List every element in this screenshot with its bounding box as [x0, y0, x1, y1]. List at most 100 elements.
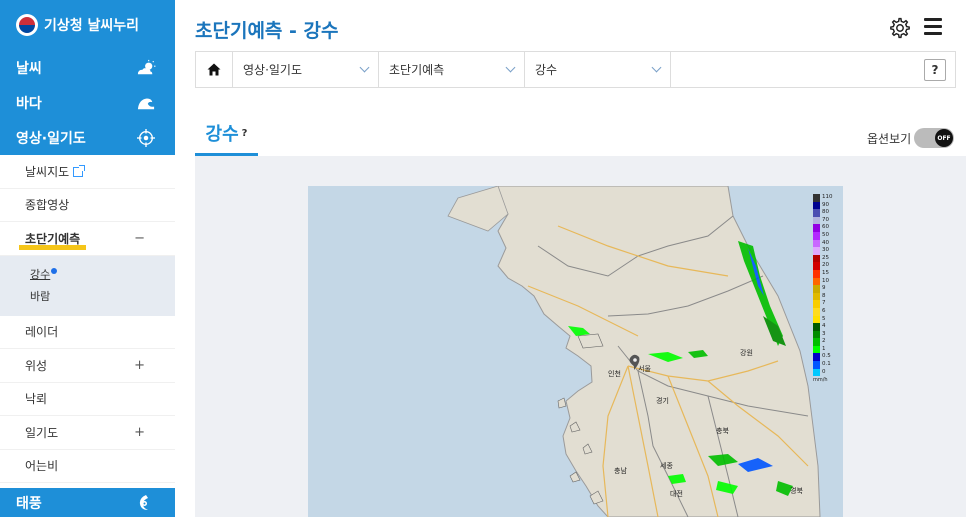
- legend-swatch: [813, 254, 820, 263]
- breadcrumb-label: 강수: [535, 63, 558, 77]
- sidebar-item-radar[interactable]: 레이더: [0, 316, 175, 349]
- legend-swatch: [813, 277, 820, 286]
- sidebar-item-freezing-rain[interactable]: 어는비: [0, 450, 175, 483]
- external-link-icon: [73, 165, 86, 178]
- legend-row: 20: [813, 262, 837, 270]
- submenu-label: 바람: [30, 289, 51, 303]
- sidebar-item-label: 어는비: [25, 459, 59, 474]
- help-button[interactable]: ?: [924, 59, 946, 81]
- legend-value: 0.1: [822, 361, 831, 368]
- legend-unit: mm/h: [813, 377, 828, 384]
- menu-image-chart[interactable]: 영상·일기도: [0, 120, 175, 155]
- legend-row: 50: [813, 231, 837, 240]
- legend-row: 110: [813, 194, 837, 202]
- legend-swatch: [813, 323, 820, 331]
- breadcrumb: 영상·일기도 초단기예측 강수 ?: [195, 51, 956, 88]
- menu-hamburger-icon[interactable]: [924, 18, 942, 36]
- map-label-daejeon: 대전: [670, 490, 683, 498]
- map-label-sejong: 세종: [660, 462, 673, 470]
- menu-weather[interactable]: 날씨: [0, 50, 175, 85]
- submenu-item-wind[interactable]: 바람: [30, 286, 175, 308]
- legend-row: 6: [813, 307, 837, 316]
- legend-swatch: [813, 353, 820, 362]
- logo[interactable]: 기상청 날씨누리: [0, 0, 175, 50]
- sidebar-item-satellite[interactable]: 위성 +: [0, 349, 175, 383]
- gear-icon[interactable]: [889, 17, 911, 39]
- legend-row: 90: [813, 201, 837, 210]
- map-label-seoul: 서울: [638, 365, 651, 373]
- legend-value: 110: [822, 194, 833, 200]
- legend-swatch: [813, 247, 820, 255]
- typhoon-icon: [139, 494, 148, 510]
- breadcrumb-select-subcategory[interactable]: 초단기예측: [379, 52, 525, 87]
- sidebar-item-weather-chart[interactable]: 일기도 +: [0, 416, 175, 450]
- expand-mark[interactable]: +: [134, 425, 145, 440]
- legend-value: 7: [822, 300, 826, 307]
- precipitation-legend: 110 90 80 70 60 50 40 30 25 20 15 10 9 8 7 6 5 4 3 2 1 0.5 0.1…: [813, 194, 837, 383]
- chevron-down-icon: [651, 62, 662, 73]
- satellite-target-icon: [137, 128, 155, 147]
- legend-value: 25: [822, 254, 829, 261]
- submenu-item-precipitation[interactable]: 강수: [30, 264, 175, 286]
- legend-swatch: [813, 338, 820, 346]
- sidebar-item-nowcast[interactable]: 초단기예측 −: [0, 222, 175, 256]
- legend-value: 50: [822, 231, 829, 238]
- breadcrumb-select-page[interactable]: 강수: [525, 52, 671, 87]
- breadcrumb-label: 영상·일기도: [243, 63, 303, 77]
- option-view-toggle[interactable]: OFF: [914, 128, 954, 148]
- menu-sea[interactable]: 바다: [0, 85, 175, 120]
- legend-value: 10: [822, 277, 829, 284]
- legend-row: 7: [813, 300, 837, 308]
- legend-swatch: [813, 307, 820, 316]
- legend-swatch: [813, 209, 820, 217]
- legend-swatch: [813, 201, 820, 210]
- legend-value: 0.5: [822, 353, 831, 360]
- sidebar-item-weather-map[interactable]: 날씨지도: [0, 155, 175, 189]
- collapse-mark[interactable]: −: [134, 231, 145, 246]
- expand-mark[interactable]: +: [134, 358, 145, 373]
- legend-swatch: [813, 368, 820, 377]
- breadcrumb-select-category[interactable]: 영상·일기도: [233, 52, 379, 87]
- legend-value: 15: [822, 269, 829, 276]
- sidebar: 기상청 날씨누리 날씨 바다 영상·일기도 날씨지도 종합영상 초단기예측 − …: [0, 0, 175, 517]
- legend-swatch: [813, 330, 820, 339]
- sidebar-item-label: 위성: [25, 358, 48, 373]
- map-label-gyeonggi: 경기: [656, 397, 669, 405]
- legend-value: 1: [822, 345, 826, 352]
- submenu-label: 강수: [30, 267, 51, 281]
- legend-row: 15: [813, 269, 837, 278]
- map-label-gangwon: 강원: [740, 349, 753, 357]
- precipitation-map[interactable]: 인천 서울 경기 강원 충북 충남 세종 대전 경북 110 90 80 70 60 50…: [308, 186, 843, 517]
- wave-icon: [137, 98, 155, 109]
- sidebar-item-label: 초단기예측: [18, 231, 87, 250]
- tab-label: 강수: [205, 124, 239, 145]
- legend-value: 0: [822, 368, 826, 375]
- page-title: 초단기예측 - 강수: [195, 20, 339, 42]
- legend-swatch: [813, 231, 820, 240]
- sidebar-item-lightning[interactable]: 낙뢰: [0, 383, 175, 416]
- legend-swatch: [813, 216, 820, 225]
- legend-row: 9: [813, 285, 837, 293]
- legend-value: 5: [822, 315, 826, 322]
- option-view-label: 옵션보기: [867, 132, 912, 146]
- menu-label: 날씨: [16, 60, 42, 77]
- sidebar-item-label: 일기도: [25, 425, 59, 440]
- home-icon: [207, 63, 221, 76]
- legend-value: 2: [822, 338, 826, 345]
- toggle-knob: OFF: [935, 129, 953, 147]
- legend-swatch: [813, 361, 820, 369]
- legend-value: 6: [822, 307, 826, 314]
- legend-swatch: [813, 315, 820, 324]
- kma-emblem-icon: [16, 14, 38, 36]
- legend-swatch: [813, 345, 820, 354]
- sidebar-item-label: 종합영상: [25, 198, 70, 213]
- legend-row: 0: [813, 368, 837, 377]
- sidebar-item-composite[interactable]: 종합영상: [0, 189, 175, 222]
- map-label-incheon: 인천: [608, 370, 621, 378]
- main-menu: 날씨 바다 영상·일기도: [0, 50, 175, 155]
- legend-row: 0.5: [813, 353, 837, 362]
- menu-typhoon[interactable]: 태풍: [0, 488, 175, 517]
- tab-precipitation[interactable]: 강수 ?: [195, 116, 258, 156]
- tab-help-icon[interactable]: ?: [242, 128, 248, 139]
- home-button[interactable]: [196, 52, 233, 87]
